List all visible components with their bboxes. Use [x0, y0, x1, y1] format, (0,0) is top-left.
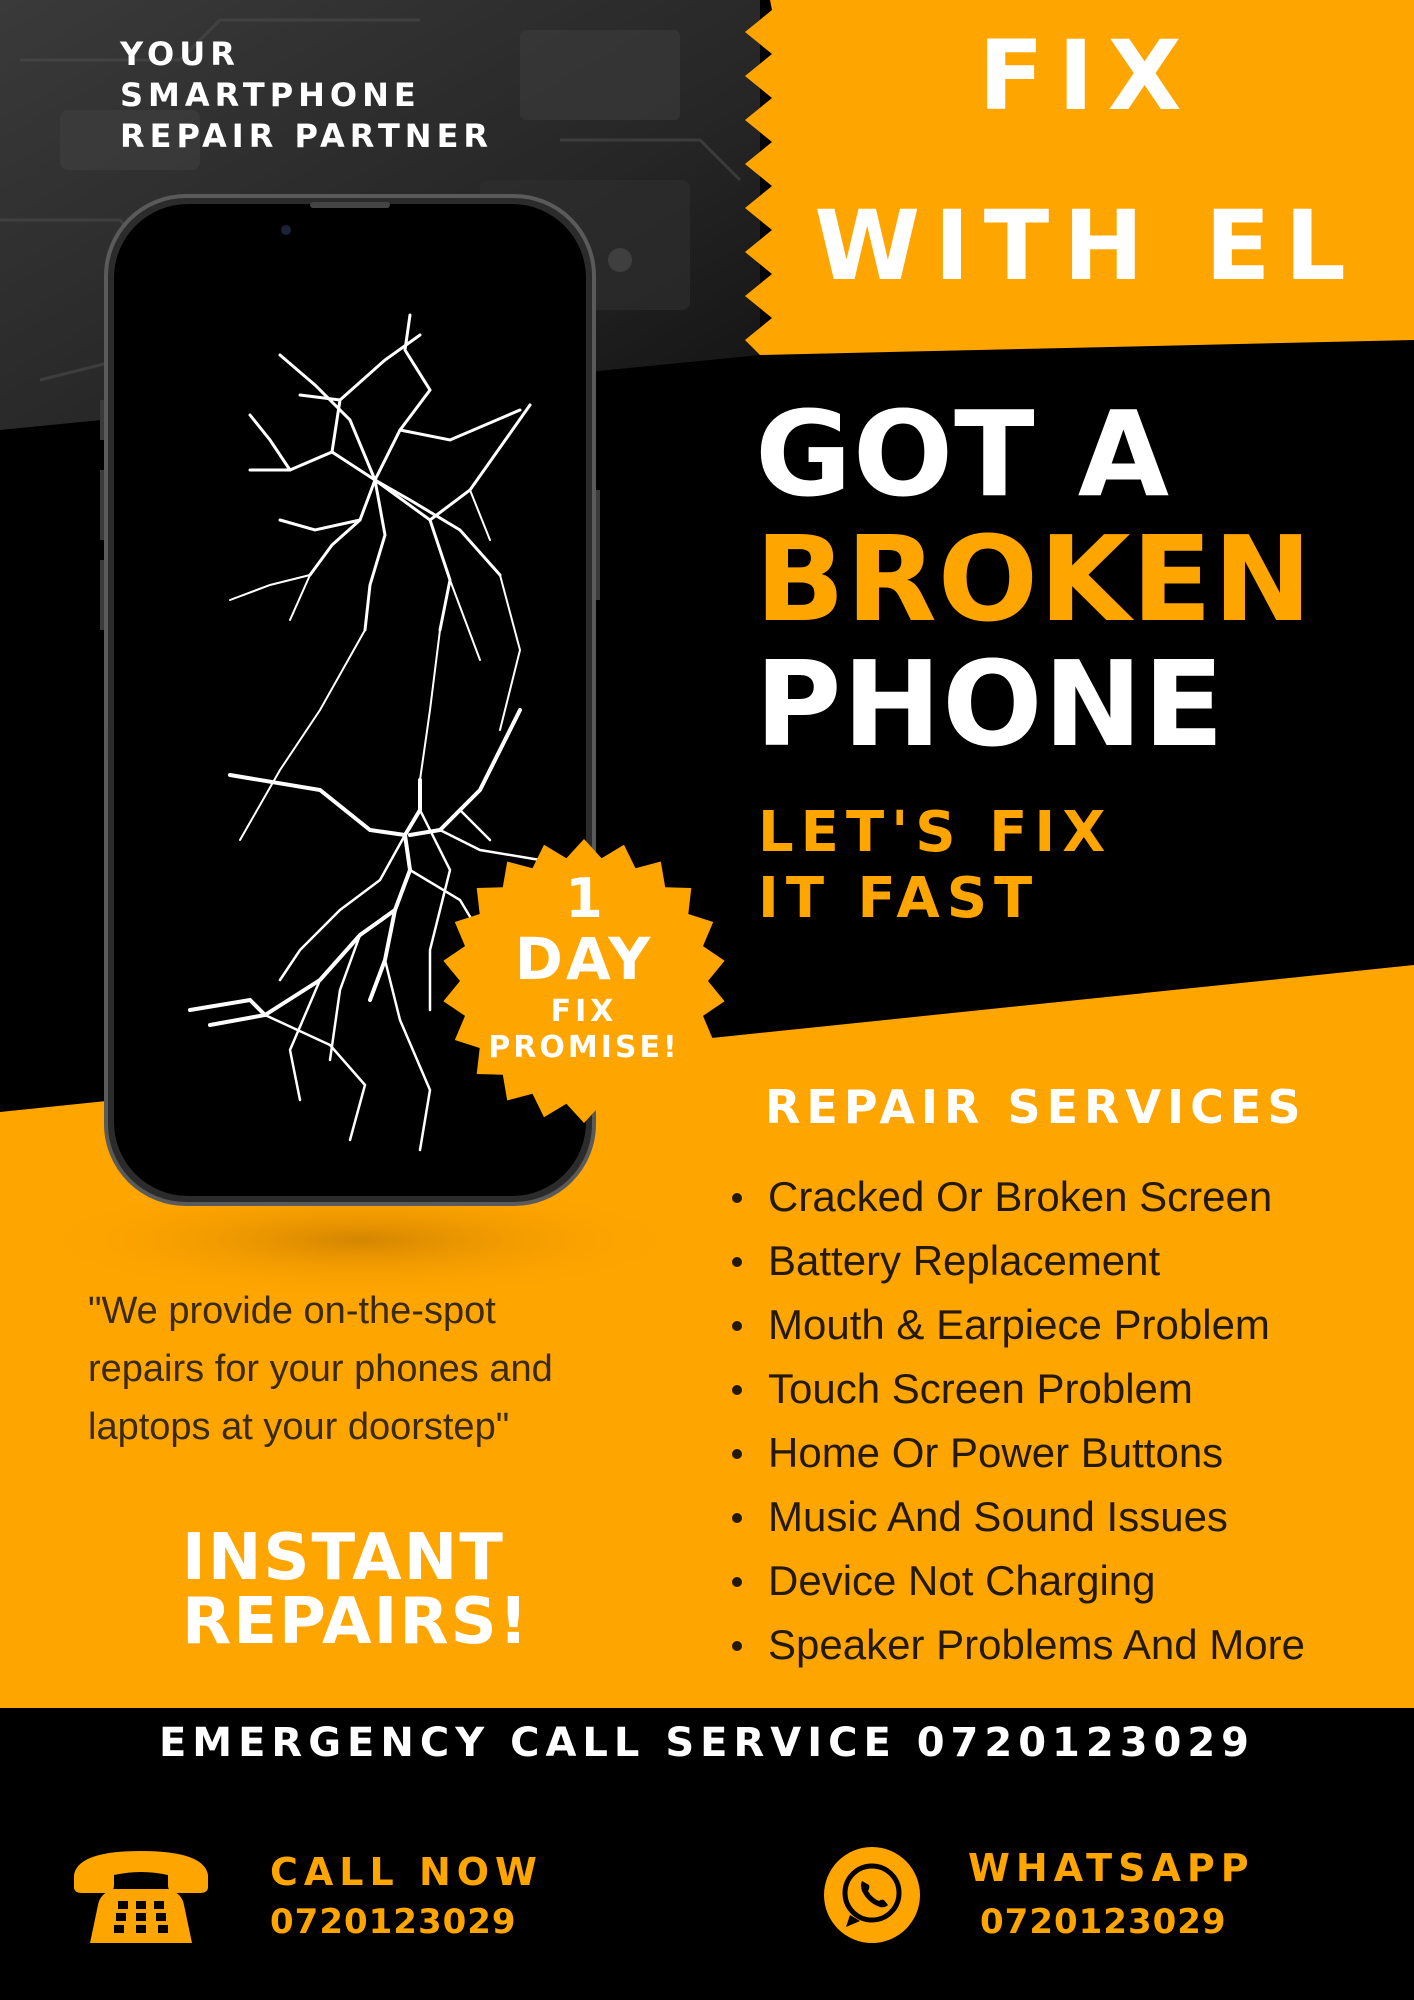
quote-line: "We provide on-the-spot [88, 1290, 496, 1332]
brand-line-fix: FIX [978, 20, 1196, 132]
list-item: Device Not Charging [730, 1549, 1305, 1613]
headline-line-2: BROKEN [755, 510, 1313, 648]
list-item: Music And Sound Issues [730, 1485, 1305, 1549]
list-item: Home Or Power Buttons [730, 1421, 1305, 1485]
list-item: Speaker Problems And More [730, 1613, 1305, 1677]
instant-repairs: INSTANT REPAIRS! [182, 1526, 530, 1654]
whatsapp-number[interactable]: 0720123029 [980, 1902, 1227, 1942]
service-list: Cracked Or Broken Screen Battery Replace… [730, 1165, 1305, 1677]
subheadline-line: LET'S FIX [758, 800, 1113, 865]
badge-line-fix: FIX [550, 994, 618, 1029]
badge-number: 1 [565, 867, 603, 930]
list-item: Battery Replacement [730, 1229, 1305, 1293]
list-item: Touch Screen Problem [730, 1357, 1305, 1421]
tagline-line: REPAIR PARTNER [120, 117, 494, 155]
whatsapp-label[interactable]: WHATSAPP [968, 1846, 1255, 1890]
list-item: Cracked Or Broken Screen [730, 1165, 1305, 1229]
badge: 1 DAY FIX PROMISE! [444, 870, 724, 1066]
tagline: YOUR SMARTPHONE REPAIR PARTNER [120, 34, 493, 157]
list-item: Mouth & Earpiece Problem [730, 1293, 1305, 1357]
call-now-label[interactable]: CALL NOW [270, 1850, 543, 1894]
quote-line: repairs for your phones and [88, 1348, 553, 1390]
headline-line-3: PHONE [755, 635, 1225, 773]
tagline-line: YOUR [120, 35, 240, 73]
badge-unit: DAY [514, 925, 654, 993]
headline-line-1: GOT A [755, 385, 1171, 523]
services-title: REPAIR SERVICES [765, 1080, 1307, 1134]
instant-line: REPAIRS! [182, 1585, 530, 1659]
call-now-number[interactable]: 0720123029 [270, 1902, 517, 1942]
badge-line-promise: PROMISE! [488, 1030, 680, 1065]
telephone-icon[interactable] [68, 1845, 214, 1949]
whatsapp-icon[interactable] [822, 1845, 922, 1945]
subheadline-line: IT FAST [758, 866, 1040, 931]
brand-line-with-el: WITH EL [814, 190, 1360, 302]
instant-line: INSTANT [182, 1521, 505, 1595]
quote-line: laptops at your doorstep" [88, 1406, 510, 1448]
emergency-call-text: EMERGENCY CALL SERVICE 0720123029 [158, 1720, 1256, 1766]
quote: "We provide on-the-spot repairs for your… [88, 1282, 688, 1456]
subheadline: LET'S FIX IT FAST [758, 800, 1112, 932]
tagline-line: SMARTPHONE [120, 76, 421, 114]
